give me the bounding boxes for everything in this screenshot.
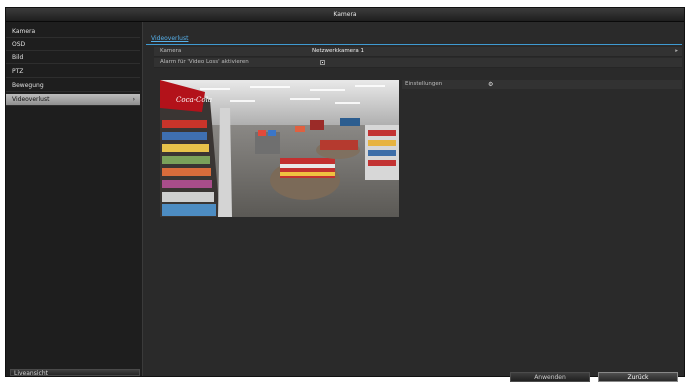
sidebar-item-kamera[interactable]: Kamera <box>6 26 140 38</box>
chevron-right-icon: › <box>132 96 135 103</box>
main-panel: Videoverlust Kamera Netzwerkkamera 1 ▸ A… <box>146 22 682 382</box>
store-snapshot-image: Coca-Cola <box>160 80 399 217</box>
sidebar-item-osd[interactable]: OSD <box>6 39 140 51</box>
apply-button[interactable]: Anwenden <box>510 372 590 382</box>
dropdown-arrow-icon[interactable]: ▸ <box>675 47 678 56</box>
camera-config-window: Kamera Kamera OSD Bild PTZ Bewegung Vide… <box>5 7 685 382</box>
sidebar-item-label: PTZ <box>12 68 24 75</box>
live-view-label: Liveansicht <box>14 370 48 377</box>
sidebar-item-bewegung[interactable]: Bewegung <box>6 80 140 92</box>
sidebar-item-label: OSD <box>12 41 26 48</box>
alarm-row: Alarm für 'Video Loss' aktivieren <box>154 58 682 68</box>
gear-icon[interactable]: ⚙ <box>488 80 493 89</box>
settings-label: Einstellungen <box>405 81 443 87</box>
sidebar: Kamera OSD Bild PTZ Bewegung Videoverlus… <box>6 22 143 377</box>
sidebar-item-label: Bild <box>12 54 24 61</box>
camera-preview: Coca-Cola <box>160 80 399 217</box>
sidebar-item-bild[interactable]: Bild <box>6 52 140 64</box>
live-view-button[interactable]: Liveansicht <box>10 369 140 377</box>
alarm-label: Alarm für 'Video Loss' aktivieren <box>160 59 249 65</box>
sidebar-item-label: Videoverlust <box>12 96 50 103</box>
camera-select-row[interactable]: Kamera Netzwerkkamera 1 ▸ <box>154 47 682 57</box>
camera-label: Kamera <box>160 48 182 54</box>
camera-select[interactable]: Netzwerkkamera 1 <box>312 47 364 56</box>
window-title: Kamera <box>333 11 357 18</box>
title-bar: Kamera <box>6 8 684 22</box>
sidebar-item-label: Bewegung <box>12 82 44 89</box>
sidebar-item-ptz[interactable]: PTZ <box>6 66 140 78</box>
settings-row: Einstellungen ⚙ <box>402 80 682 89</box>
tab-bar: Videoverlust <box>146 34 682 45</box>
back-button[interactable]: Zurück <box>598 372 678 382</box>
sidebar-item-label: Kamera <box>12 28 36 35</box>
coca-cola-sign: Coca-Cola <box>176 96 212 104</box>
sidebar-item-videoverlust[interactable]: Videoverlust › <box>6 94 140 106</box>
alarm-checkbox[interactable] <box>320 60 325 65</box>
tab-videoverlust[interactable]: Videoverlust <box>151 35 188 42</box>
